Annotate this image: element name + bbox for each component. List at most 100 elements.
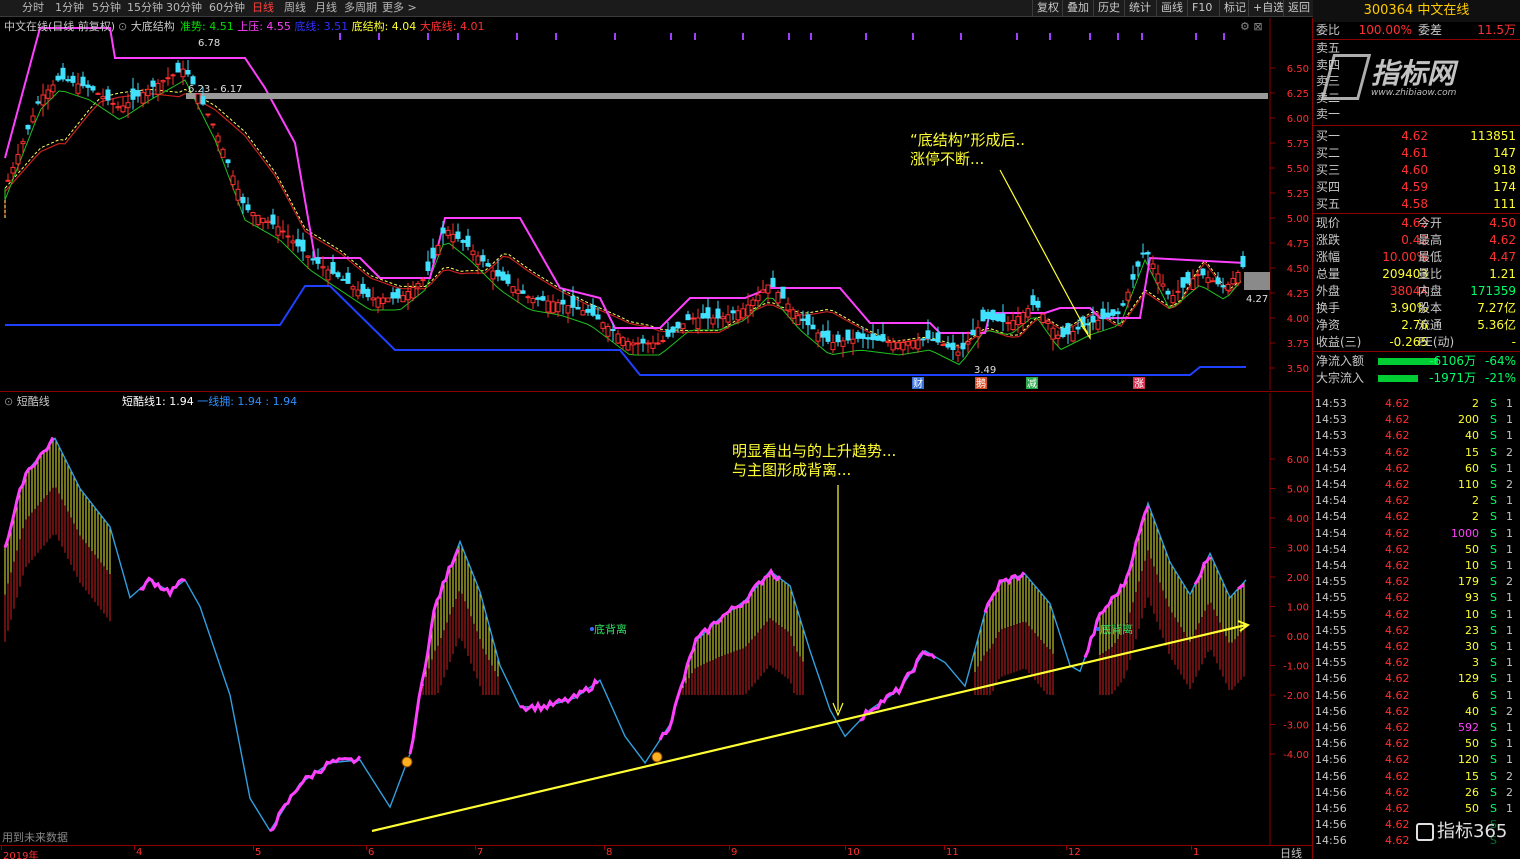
x-label-9: 12 — [1068, 847, 1081, 858]
main-kline-chart[interactable]: 6.50 6.25 6.00 5.75 5.50 5.25 5.00 4.75 4.50 4.25… — [0, 18, 1313, 390]
tick-price-11: 4.62 — [1385, 575, 1410, 589]
tick-side-18: S — [1490, 688, 1497, 702]
close-icon[interactable]: ⊠ — [1253, 20, 1262, 33]
stat-label2-6: 流通 — [1418, 317, 1443, 332]
toolbar-button-1[interactable]: 叠加 — [1062, 0, 1093, 17]
tab-8[interactable]: 月线 — [315, 1, 337, 15]
toolbar-button-2[interactable]: 历史 — [1093, 0, 1124, 17]
toolbar-button-0[interactable]: 复权 — [1032, 0, 1063, 17]
candle-body — [255, 214, 261, 226]
weicha-label: 委差 — [1418, 23, 1443, 37]
tab-2[interactable]: 5分钟 — [92, 1, 121, 15]
candle-body — [465, 235, 471, 247]
price-label-7: 4.75 — [1287, 239, 1309, 250]
candle-body — [1155, 273, 1161, 284]
toolbar-button-5[interactable]: F10 — [1187, 0, 1216, 17]
upper-pressure-line — [4, 27, 1246, 334]
candle-body — [350, 286, 356, 290]
tick-count-18: 1 — [1506, 688, 1513, 702]
candle-body — [815, 332, 821, 342]
candle-body — [770, 277, 776, 287]
candle-body — [150, 80, 156, 87]
candle-body — [110, 102, 116, 105]
candle-body — [525, 296, 531, 299]
candle-body — [1005, 322, 1011, 325]
tab-10[interactable]: 更多 > — [382, 1, 417, 15]
candle-body — [645, 342, 651, 345]
tab-9[interactable]: 多周期 — [344, 1, 377, 15]
toolbar-button-3[interactable]: 统计 — [1124, 0, 1155, 17]
tick-time-4: 14:54 — [1315, 461, 1347, 475]
candle-body — [920, 338, 926, 341]
price-label-3: 5.75 — [1287, 139, 1309, 150]
candle-body — [540, 296, 546, 301]
watermark-url: www.zhibiaow.com — [1371, 88, 1457, 98]
toolbar-button-8[interactable]: 返回 — [1283, 0, 1314, 17]
candle-body — [905, 341, 911, 346]
price-label-6: 5.00 — [1287, 214, 1309, 225]
tick-count-6: 1 — [1506, 494, 1513, 508]
sub-label-9: -3.00 — [1283, 721, 1309, 732]
tick-price-21: 4.62 — [1385, 737, 1410, 751]
tick-list[interactable]: 14:53 4.62 2 S 1 14:53 4.62 200 S 1 14:53 4.62 40 S 1 1… — [1313, 395, 1520, 859]
settings-icon[interactable]: ⚙ — [1240, 20, 1250, 33]
candle-body — [375, 297, 381, 308]
gear-icon[interactable]: ⊙ — [118, 20, 131, 33]
candle-body — [950, 342, 956, 351]
candle-body — [430, 247, 436, 259]
candle-body — [930, 338, 936, 341]
tab-4[interactable]: 30分钟 — [166, 1, 202, 15]
tick-side-25: S — [1490, 802, 1497, 815]
tab-1[interactable]: 1分钟 — [55, 1, 84, 15]
candle-body — [1020, 312, 1026, 325]
stat-value2-5: 7.27亿 — [1477, 300, 1516, 315]
candle-body — [980, 309, 986, 322]
candle-body — [990, 309, 996, 321]
candle-body — [1000, 313, 1006, 323]
stat-label-1: 涨跌 — [1316, 232, 1341, 247]
toolbar-button-6[interactable]: 标记 — [1219, 0, 1250, 17]
candle-body — [640, 338, 646, 344]
toolbar-button-4[interactable]: 画线 — [1156, 0, 1187, 17]
tick-side-24: S — [1490, 785, 1497, 799]
tick-time-8: 14:54 — [1315, 526, 1347, 540]
candle-body — [775, 291, 781, 304]
tick-row-24: 14:56 4.62 26 S 2 — [1315, 785, 1515, 801]
tab-3[interactable]: 15分钟 — [127, 1, 163, 15]
x-axis: 2019年 4 5 6 7 8 9 10 11 12 1 — [0, 845, 1313, 859]
tick-side-3: S — [1490, 445, 1497, 459]
tick-time-11: 14:55 — [1315, 575, 1347, 589]
tick-row-11: 14:55 4.62 179 S 2 — [1315, 574, 1515, 590]
chart-controls[interactable]: ⚙ ⊠ — [1240, 20, 1263, 34]
stat-label-4: 外盘 — [1316, 283, 1341, 298]
tab-0[interactable]: 分时 — [22, 1, 44, 15]
stat-value2-3: 1.21 — [1489, 266, 1516, 281]
sub-indicator-chart[interactable]: 6.00 5.00 4.00 3.00 2.00 1.00 0.00 -1.00 -2.00 -3… — [0, 393, 1313, 845]
main-arrow — [999, 169, 1089, 335]
divider — [1313, 212, 1520, 214]
candle-body — [915, 339, 921, 350]
candle-body — [85, 84, 91, 88]
candle-body — [935, 332, 941, 343]
gear-icon[interactable]: ⊙ — [4, 395, 17, 408]
buy-vol-4: 111 — [1493, 196, 1516, 211]
candle-body — [745, 304, 751, 317]
candle-body — [1120, 303, 1126, 306]
stat-label-2: 涨幅 — [1316, 249, 1341, 264]
tick-row-13: 14:55 4.62 10 S 1 — [1315, 607, 1515, 623]
candle-body — [215, 135, 221, 143]
indicator-name: ⊙ 大底结构 — [118, 20, 175, 33]
candle-body — [550, 301, 556, 314]
tick-vol-20: 592 — [1458, 721, 1479, 734]
tab-5[interactable]: 60分钟 — [209, 1, 245, 15]
candle-body — [335, 272, 341, 278]
x-tick-1 — [134, 846, 135, 850]
rising-overlay — [269, 755, 362, 833]
buy-label-2: 买三 — [1316, 162, 1341, 177]
candle-body — [175, 62, 181, 73]
candle-body — [565, 305, 571, 314]
legend-item-2: 底线: 3.51 — [294, 20, 352, 33]
tab-7[interactable]: 周线 — [284, 1, 306, 15]
buy-label-0: 买一 — [1316, 128, 1341, 143]
tab-6[interactable]: 日线 — [252, 1, 274, 15]
